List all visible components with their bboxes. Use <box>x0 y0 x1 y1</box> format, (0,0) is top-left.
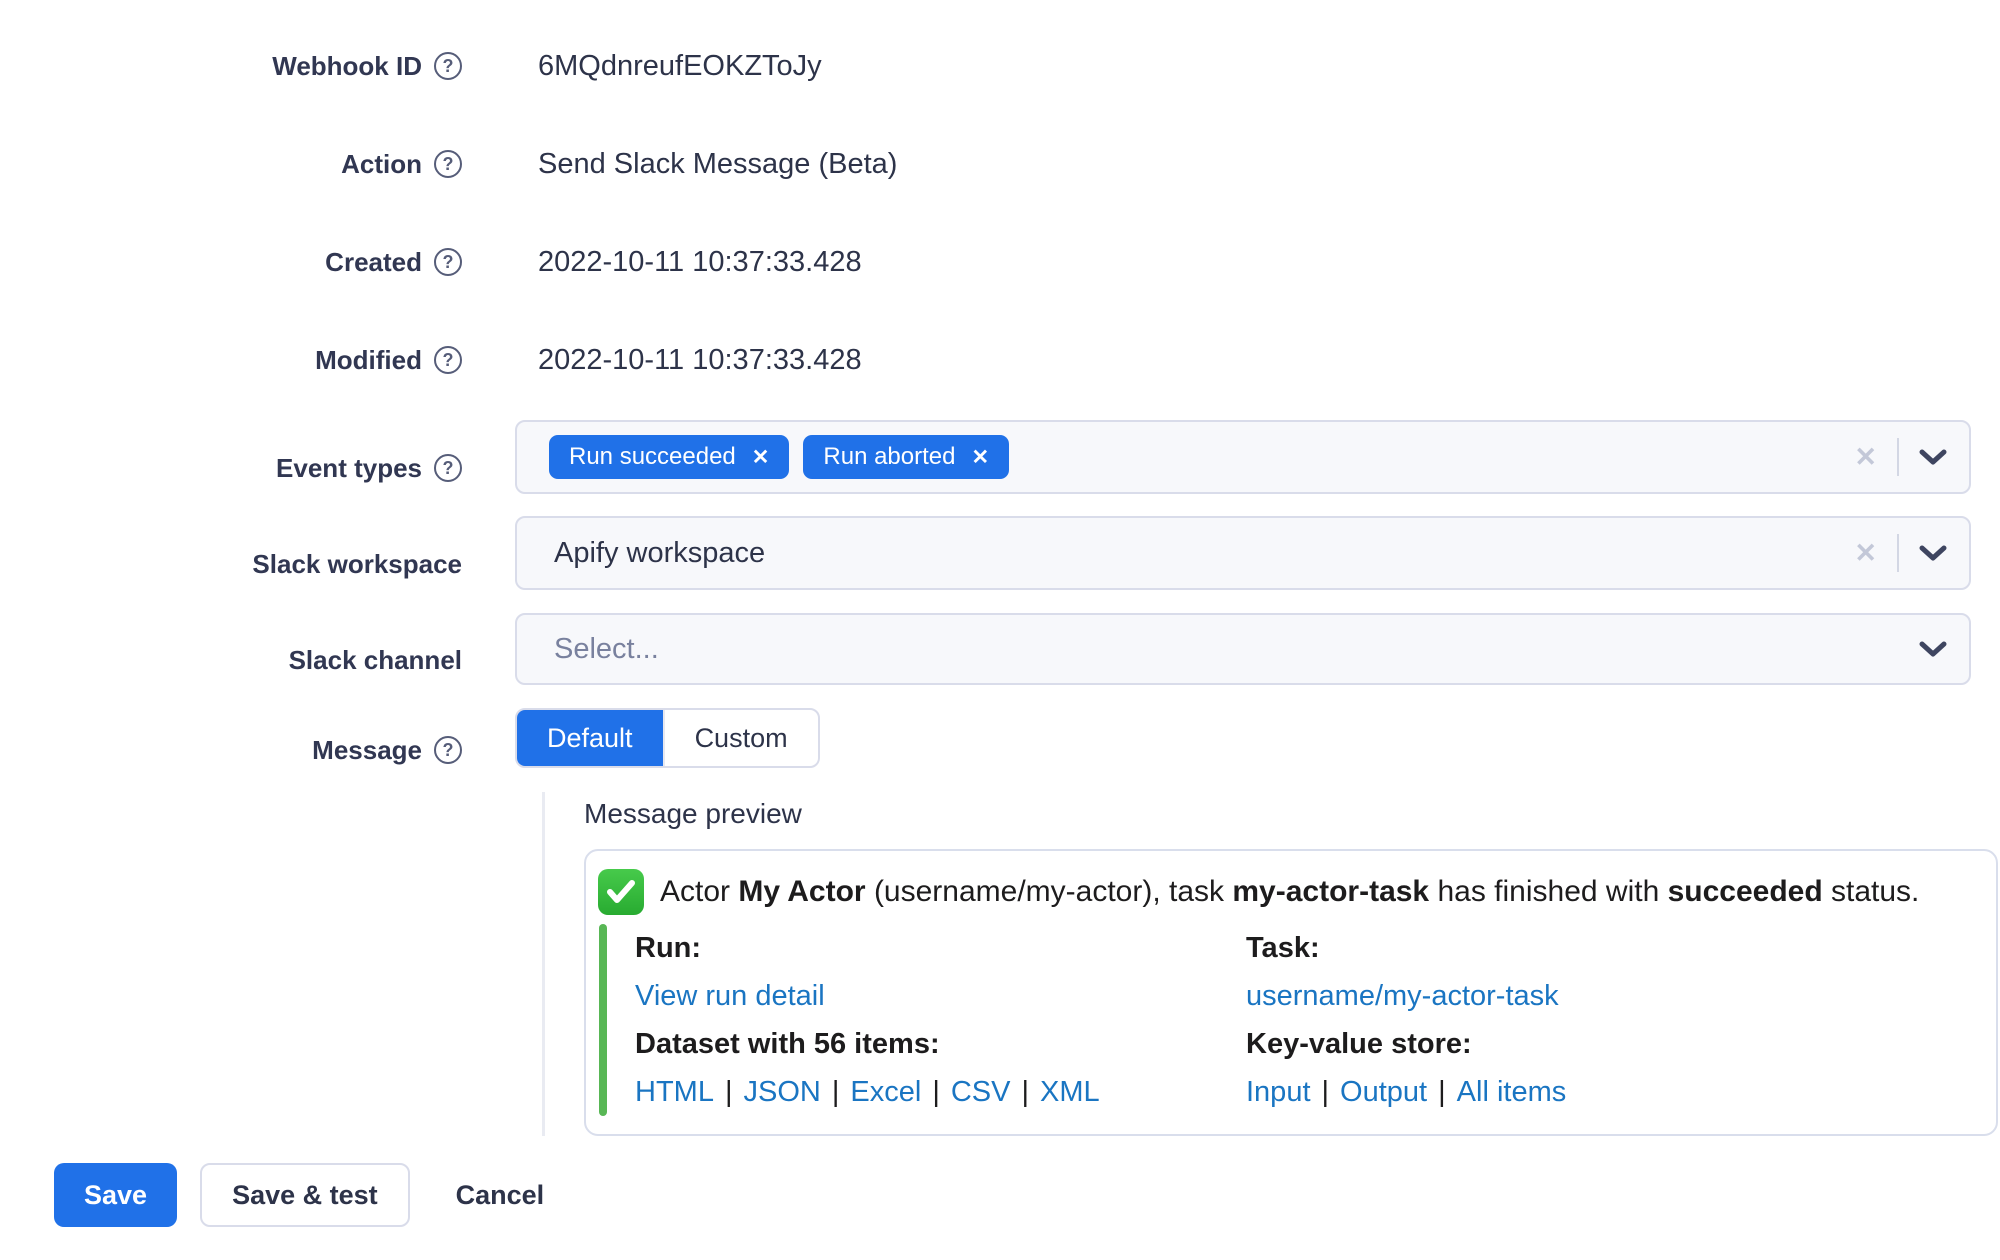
slack-channel-label: Slack channel <box>288 645 462 675</box>
headline-text: Actor My Actor (username/my-actor), task… <box>660 875 1920 908</box>
dataset-excel-link[interactable]: Excel <box>850 1076 921 1108</box>
view-run-detail-link[interactable]: View run detail <box>635 980 825 1012</box>
save-button[interactable]: Save <box>54 1163 178 1227</box>
task-link[interactable]: username/my-actor-task <box>1246 980 1559 1012</box>
chevron-down-icon[interactable] <box>1919 640 1947 658</box>
slack-workspace-label: Slack workspace <box>252 549 462 579</box>
attachment-task-column: Task: username/my-actor-task Key-value s… <box>1246 924 1566 1116</box>
chevron-down-icon[interactable] <box>1919 544 1947 562</box>
field-row-slack-channel: Slack channel Select... <box>27 613 2000 708</box>
kv-input-link[interactable]: Input <box>1246 1076 1311 1108</box>
help-icon[interactable]: ? <box>434 248 462 276</box>
field-row-modified: Modified ? 2022-10-11 10:37:33.428 <box>27 340 2000 380</box>
slack-workspace-value: Apify workspace <box>554 536 766 569</box>
field-row-action: Action ? Send Slack Message (Beta) <box>27 144 2000 184</box>
help-icon[interactable]: ? <box>434 736 462 764</box>
modified-label: Modified <box>315 344 422 375</box>
slack-attachment: Run: View run detail Dataset with 56 ite… <box>599 924 1976 1116</box>
check-mark-emoji-icon <box>598 869 644 915</box>
created-label: Created <box>325 246 422 277</box>
field-row-created: Created ? 2022-10-11 10:37:33.428 <box>27 242 2000 282</box>
attachment-run-column: Run: View run detail Dataset with 56 ite… <box>635 924 1246 1116</box>
divider <box>1897 438 1899 476</box>
dataset-json-link[interactable]: JSON <box>744 1076 821 1108</box>
remove-tag-icon[interactable]: ✕ <box>971 445 989 470</box>
action-value: Send Slack Message (Beta) <box>538 147 898 180</box>
cancel-button[interactable]: Cancel <box>426 1163 575 1227</box>
remove-tag-icon[interactable]: ✕ <box>752 445 770 470</box>
slack-channel-select[interactable]: Select... <box>515 613 1971 685</box>
task-label: Task: <box>1246 932 1320 964</box>
event-type-tag: Run aborted ✕ <box>803 435 1010 479</box>
run-label: Run: <box>635 932 702 964</box>
modified-value: 2022-10-11 10:37:33.428 <box>538 343 862 376</box>
slack-message-headline: Actor My Actor (username/my-actor), task… <box>598 866 1976 918</box>
help-icon[interactable]: ? <box>434 454 462 482</box>
event-type-tag: Run succeeded ✕ <box>549 435 790 479</box>
slack-channel-placeholder: Select... <box>554 632 659 665</box>
clear-icon[interactable]: ✕ <box>1854 442 1877 473</box>
clear-icon[interactable]: ✕ <box>1854 538 1877 569</box>
event-types-label: Event types <box>276 452 422 483</box>
webhook-id-value: 6MQdnreufEOKZToJy <box>538 49 822 82</box>
dataset-xml-link[interactable]: XML <box>1040 1076 1100 1108</box>
slack-message-preview-card: Actor My Actor (username/my-actor), task… <box>584 849 1998 1136</box>
help-icon[interactable]: ? <box>434 52 462 80</box>
save-and-test-button[interactable]: Save & test <box>200 1163 410 1227</box>
message-preview-title: Message preview <box>584 798 802 829</box>
field-row-slack-workspace: Slack workspace Apify workspace ✕ <box>27 516 2000 613</box>
webhook-detail-form: Webhook ID ? 6MQdnreufEOKZToJy Action ? … <box>0 0 2000 1227</box>
help-icon[interactable]: ? <box>434 150 462 178</box>
tag-label: Run succeeded <box>569 443 736 470</box>
kv-store-links: Input | Output | All items <box>1246 1076 1567 1108</box>
field-row-message: Message ? Default Custom <box>27 708 2000 792</box>
tag-label: Run aborted <box>823 443 956 470</box>
kv-store-label: Key-value store: <box>1246 1028 1472 1060</box>
message-preview-section: Message preview Actor My Actor (username… <box>542 792 1998 1136</box>
toggle-option-custom[interactable]: Custom <box>662 710 818 766</box>
dataset-csv-link[interactable]: CSV <box>951 1076 1011 1108</box>
kv-all-items-link[interactable]: All items <box>1457 1076 1567 1108</box>
dataset-html-link[interactable]: HTML <box>635 1076 714 1108</box>
dataset-links: HTML | JSON | Excel | CSV | XML <box>635 1076 1100 1108</box>
message-label: Message <box>312 734 422 765</box>
field-row-event-types: Event types ? Run succeeded ✕ Run aborte… <box>27 420 2000 516</box>
created-value: 2022-10-11 10:37:33.428 <box>538 245 862 278</box>
chevron-down-icon[interactable] <box>1919 448 1947 466</box>
toggle-option-default[interactable]: Default <box>517 710 663 766</box>
webhook-id-label: Webhook ID <box>272 50 422 81</box>
message-mode-toggle: Default Custom <box>515 708 820 768</box>
attachment-bar <box>599 924 607 1116</box>
slack-workspace-select[interactable]: Apify workspace ✕ <box>515 516 1971 590</box>
event-types-multiselect[interactable]: Run succeeded ✕ Run aborted ✕ ✕ <box>515 420 1971 494</box>
help-icon[interactable]: ? <box>434 346 462 374</box>
form-actions: Save Save & test Cancel <box>54 1163 2000 1227</box>
kv-output-link[interactable]: Output <box>1340 1076 1427 1108</box>
dataset-label: Dataset with 56 items: <box>635 1028 940 1060</box>
divider <box>1897 534 1899 572</box>
action-label: Action <box>341 148 422 179</box>
field-row-webhook-id: Webhook ID ? 6MQdnreufEOKZToJy <box>27 46 2000 86</box>
